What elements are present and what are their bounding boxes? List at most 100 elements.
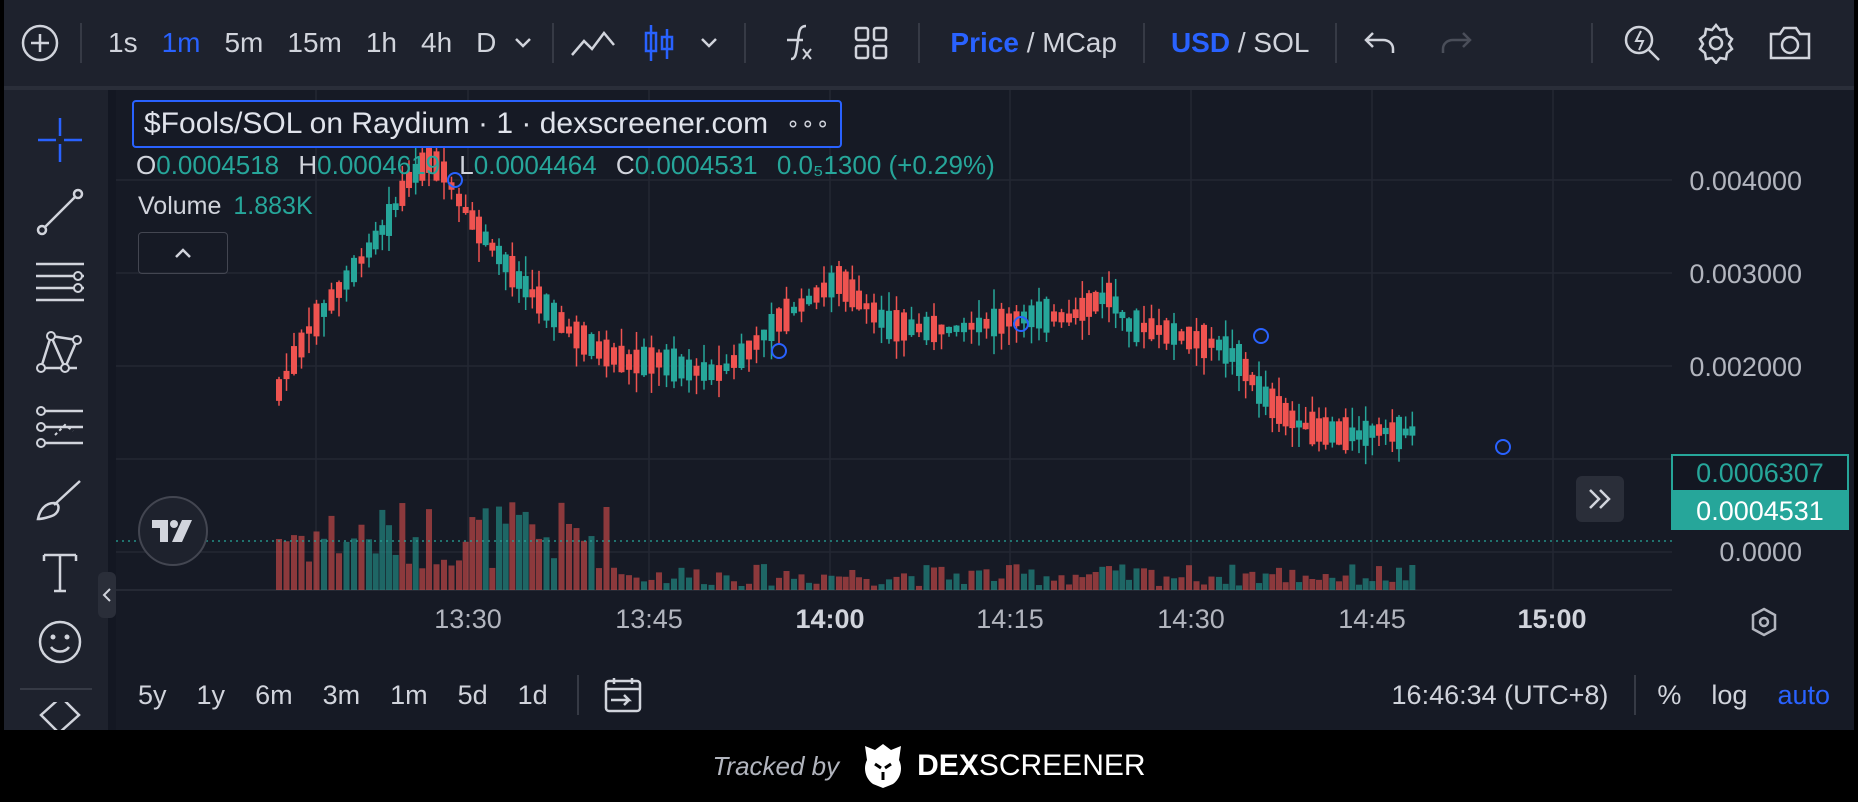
candle-body xyxy=(1051,311,1057,322)
interval-1h[interactable]: 1h xyxy=(354,27,409,59)
candle-body xyxy=(291,346,297,374)
volume-bar xyxy=(1242,573,1249,590)
log-scale-toggle[interactable]: log xyxy=(1696,680,1762,711)
trend-line-icon[interactable] xyxy=(34,186,86,238)
candle-body xyxy=(1256,376,1262,404)
volume-bar xyxy=(372,553,379,590)
double-chevron-right-icon xyxy=(1589,489,1611,509)
volume-bar xyxy=(509,502,516,590)
price-mcap-toggle[interactable]: Price / MCap xyxy=(934,27,1129,59)
dexscreener-logo-icon xyxy=(861,742,905,790)
collapse-legend-button[interactable] xyxy=(138,232,228,274)
add-symbol-icon[interactable] xyxy=(18,21,62,65)
interval-4h[interactable]: 4h xyxy=(409,27,464,59)
sol-option[interactable]: SOL xyxy=(1253,27,1309,58)
volume-bar xyxy=(321,538,327,590)
low-value: 0.0004464 xyxy=(473,150,597,180)
volume-bar xyxy=(596,568,602,590)
volume-bar xyxy=(328,515,335,590)
volume-bar xyxy=(306,561,312,590)
usd-option[interactable]: USD xyxy=(1171,27,1230,58)
volume-bar xyxy=(1051,580,1057,590)
volume-bar xyxy=(1092,571,1099,590)
candle-body xyxy=(366,242,372,258)
price-option[interactable]: Price xyxy=(950,27,1019,58)
layout-grid-icon[interactable] xyxy=(846,25,896,61)
range-1d[interactable]: 1d xyxy=(503,680,563,711)
candle-body xyxy=(1006,313,1012,327)
volume-bar xyxy=(283,541,290,590)
candle-body xyxy=(663,349,670,376)
candles-icon[interactable] xyxy=(634,23,684,63)
gear-icon[interactable] xyxy=(1691,22,1741,64)
symbol-legend[interactable]: $Fools/SOL on Raydium · 1 · dexscreener.… xyxy=(132,100,843,148)
candle-body xyxy=(1296,420,1302,428)
scroll-to-realtime-button[interactable] xyxy=(1576,476,1624,522)
candle-body xyxy=(596,341,602,359)
volume-bar xyxy=(1309,579,1316,590)
crosshair-icon[interactable] xyxy=(34,114,86,166)
candle-body xyxy=(522,276,529,298)
currency-toggle[interactable]: USD / SOL xyxy=(1159,27,1322,59)
interval-5m[interactable]: 5m xyxy=(212,27,275,59)
auto-scale-toggle[interactable]: auto xyxy=(1762,680,1854,711)
text-tool-icon[interactable] xyxy=(34,546,86,598)
fib-levels-icon[interactable] xyxy=(34,256,86,308)
candle-body xyxy=(791,306,797,314)
indicators-fx-icon[interactable] xyxy=(770,23,820,63)
mcap-option[interactable]: MCap xyxy=(1042,27,1117,58)
camera-icon[interactable] xyxy=(1765,25,1815,61)
candle-body xyxy=(878,309,885,328)
ruler-icon[interactable] xyxy=(34,702,86,730)
range-3m[interactable]: 3m xyxy=(308,680,376,711)
volume-bar xyxy=(753,564,760,590)
candle-body xyxy=(1369,425,1376,438)
quick-search-icon[interactable] xyxy=(1617,23,1667,63)
chevron-down-icon[interactable] xyxy=(508,37,538,49)
range-5d[interactable]: 5d xyxy=(443,680,503,711)
candle-body xyxy=(1376,424,1382,436)
range-5y[interactable]: 5y xyxy=(116,680,182,711)
forecast-icon[interactable] xyxy=(34,402,86,454)
axis-settings-icon[interactable] xyxy=(1744,604,1784,640)
candle-body xyxy=(476,216,482,244)
candle-body xyxy=(399,180,406,206)
collapse-toolbar-handle[interactable] xyxy=(98,572,116,618)
volume-bar xyxy=(392,554,399,590)
volume-bar xyxy=(1119,564,1126,590)
volume-bar xyxy=(671,578,677,590)
clock-display[interactable]: 16:46:34 (UTC+8) xyxy=(1392,680,1629,711)
volume-bar xyxy=(738,585,745,590)
candle-body xyxy=(581,325,587,355)
time-axis-label: 13:30 xyxy=(434,604,502,634)
interval-15m[interactable]: 15m xyxy=(275,27,353,59)
brush-icon[interactable] xyxy=(34,474,86,526)
interval-1m[interactable]: 1m xyxy=(150,27,213,59)
chevron-down-icon[interactable] xyxy=(694,37,724,49)
candle-body xyxy=(336,282,342,298)
redo-icon[interactable] xyxy=(1431,29,1481,57)
low-label: L xyxy=(459,150,474,180)
range-6m[interactable]: 6m xyxy=(240,680,308,711)
pattern-icon[interactable] xyxy=(34,326,86,378)
tradingview-logo[interactable] xyxy=(138,496,208,566)
candle-body xyxy=(1058,312,1065,323)
line-chart-icon[interactable] xyxy=(568,28,618,58)
volume-bar xyxy=(983,569,990,590)
candle-body xyxy=(469,210,476,230)
candle-body xyxy=(1066,313,1072,323)
goto-date-icon[interactable] xyxy=(601,676,645,714)
undo-icon[interactable] xyxy=(1355,29,1405,57)
interval-1s[interactable]: 1s xyxy=(96,27,150,59)
interval-d[interactable]: D xyxy=(464,27,508,59)
percent-scale-toggle[interactable]: % xyxy=(1642,680,1696,711)
price-axis-label: 0.002000 xyxy=(1689,352,1802,382)
more-options-icon[interactable]: ∘∘∘ xyxy=(786,111,830,137)
volume-bar xyxy=(633,577,640,590)
range-1m[interactable]: 1m xyxy=(375,680,443,711)
volume-bar xyxy=(886,579,892,590)
range-1y[interactable]: 1y xyxy=(182,680,241,711)
emoji-icon[interactable] xyxy=(34,616,86,668)
candle-body xyxy=(776,308,782,332)
separator xyxy=(1335,23,1338,63)
